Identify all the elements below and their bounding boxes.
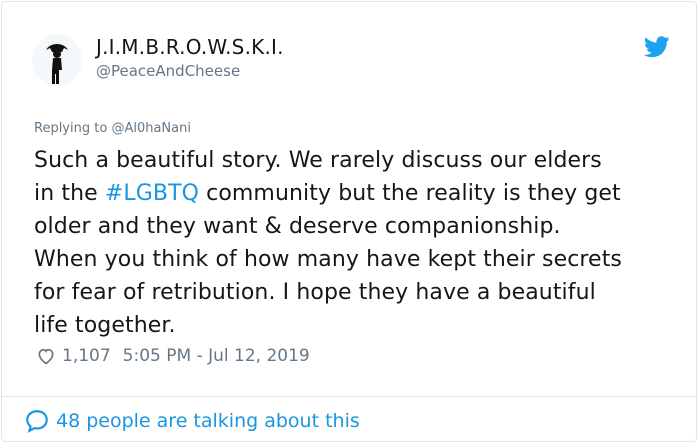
like-count[interactable]: 1,107 [62,346,111,366]
tweet-line: in the #LGBTQ community but the reality … [34,177,684,210]
silhouette-avatar-icon [46,44,68,84]
twitter-bird-icon[interactable] [644,36,670,58]
timestamp[interactable]: 5:05 PM - Jul 12, 2019 [123,346,310,366]
avatar[interactable] [32,34,82,86]
tweet-card: J.I.M.B.R.O.W.S.K.I. @PeaceAndCheese Rep… [1,1,697,442]
author-handle[interactable]: @PeaceAndCheese [96,61,284,81]
divider [2,396,696,397]
tweet-header: J.I.M.B.R.O.W.S.K.I. @PeaceAndCheese [2,2,696,112]
tweet-text: Such a beautiful story. We rarely discus… [34,144,684,342]
hashtag-link[interactable]: #LGBTQ [105,181,199,206]
tweet-line: older and they want & deserve companions… [34,214,561,239]
author-display-name[interactable]: J.I.M.B.R.O.W.S.K.I. [96,35,284,59]
speech-bubble-icon [26,410,48,433]
author-names: J.I.M.B.R.O.W.S.K.I. @PeaceAndCheese [96,35,284,81]
heart-icon[interactable] [36,346,56,366]
replying-to: Replying to @Al0haNani [34,121,191,136]
talking-about-link[interactable]: 48 people are talking about this [24,408,360,434]
tweet-line: Such a beautiful story. We rarely discus… [34,148,602,173]
replying-to-handle[interactable]: @Al0haNani [111,121,191,136]
tweet-line-part: community but the reality is they get [199,181,621,206]
talking-about-text: 48 people are talking about this [56,410,360,432]
tweet-line: for fear of retribution. I hope they hav… [34,280,596,305]
tweet-meta: 1,107 5:05 PM - Jul 12, 2019 [36,346,310,366]
tweet-line-part: in the [34,181,105,206]
replying-to-prefix: Replying to [34,121,112,136]
tweet-line: life together. [34,313,176,338]
tweet-line: When you think of how many have kept the… [34,247,622,272]
